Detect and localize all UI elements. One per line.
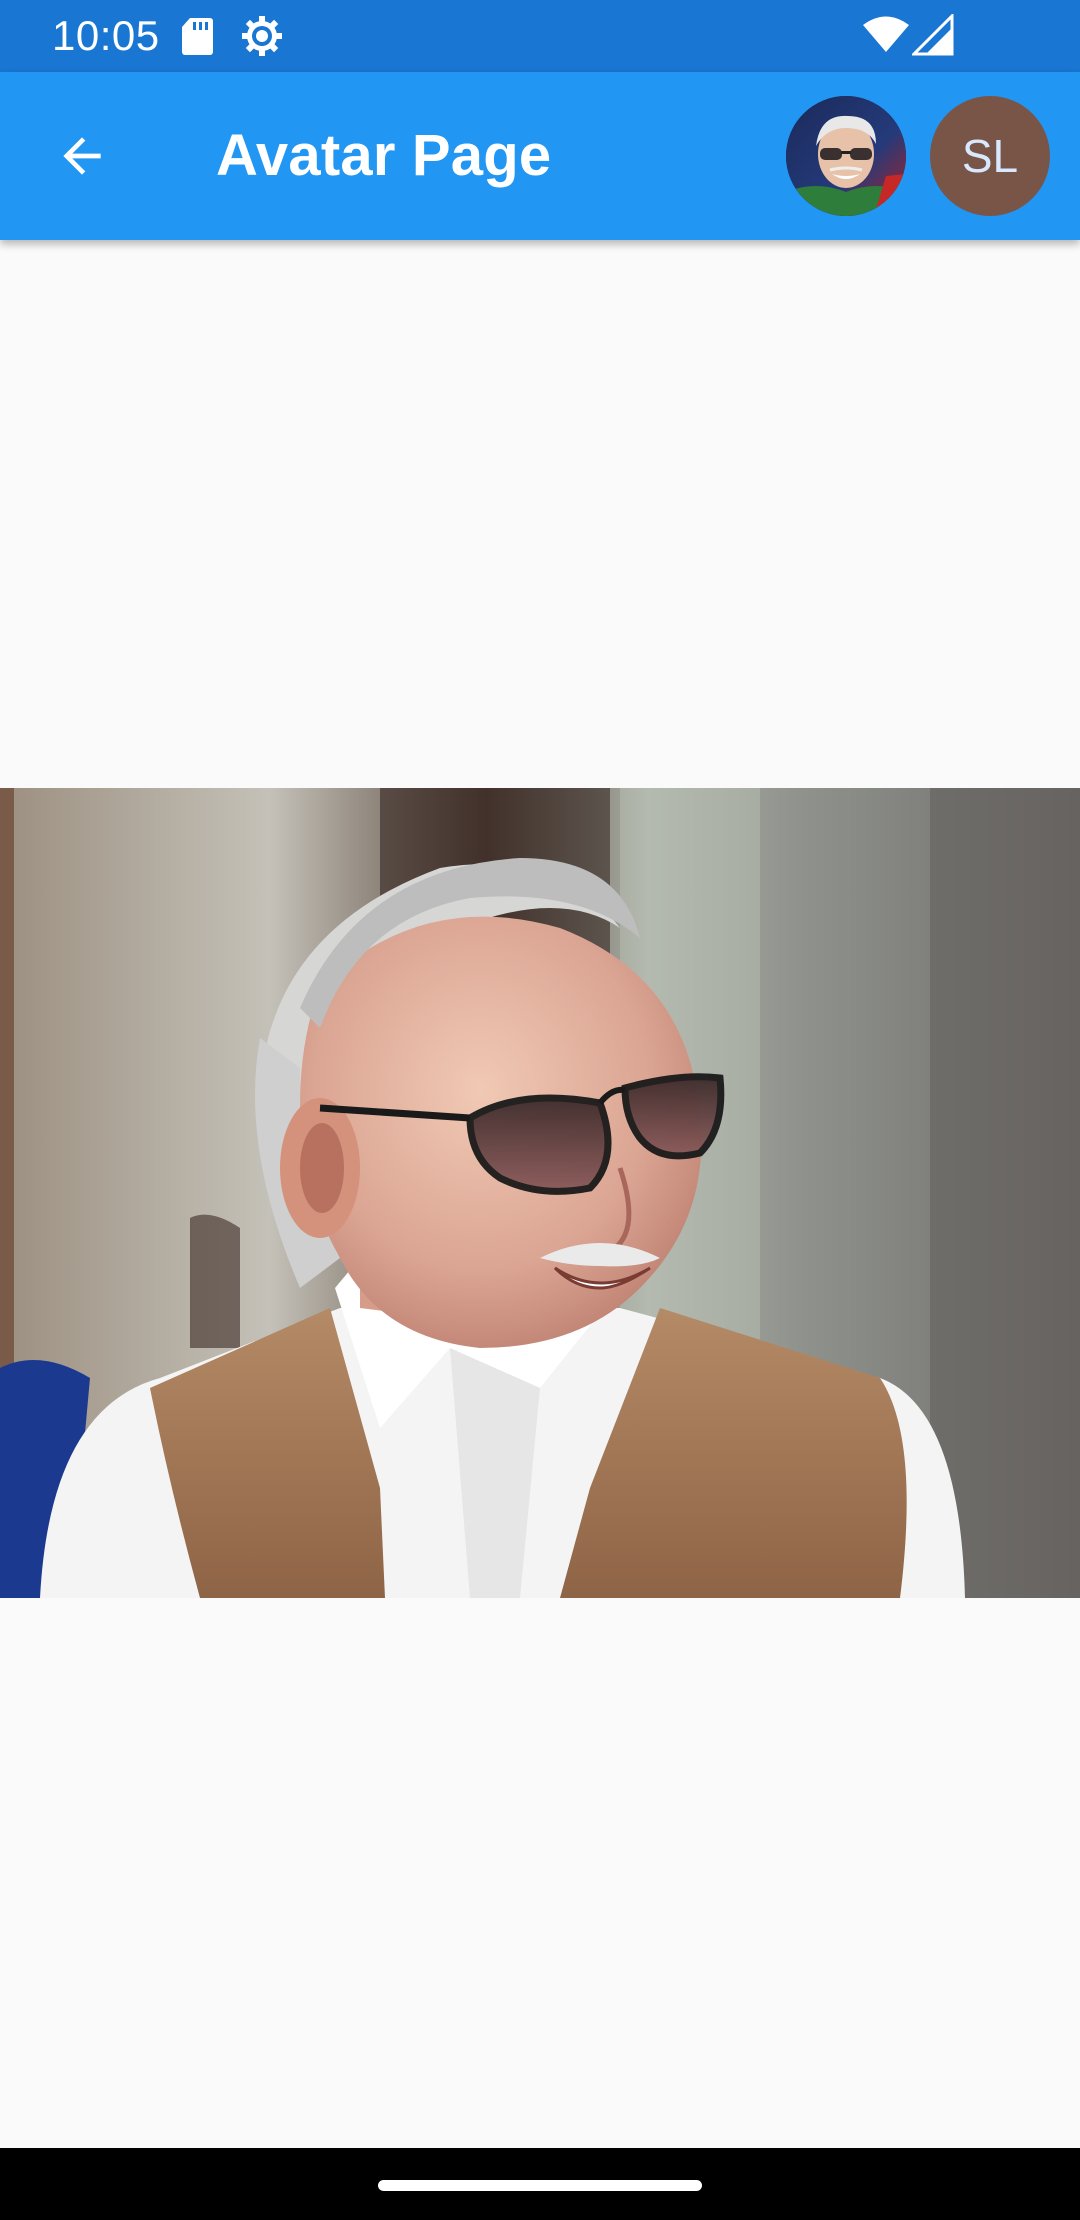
system-nav-bar bbox=[0, 2148, 1080, 2220]
sd-card-icon bbox=[182, 18, 213, 55]
back-button[interactable] bbox=[40, 114, 124, 198]
portrait-illustration bbox=[0, 788, 1080, 1598]
arrow-back-icon bbox=[63, 137, 101, 175]
cell-signal-icon bbox=[912, 14, 954, 56]
status-bar: 10:05 bbox=[0, 0, 1080, 72]
avatar-initials[interactable]: SL bbox=[930, 96, 1050, 216]
avatar-page-screen: 10:05 Avatar Page SL bbox=[0, 0, 1080, 2220]
home-gesture-handle[interactable] bbox=[378, 2180, 702, 2191]
app-bar: Avatar Page SL bbox=[0, 72, 1080, 240]
avatar-image[interactable] bbox=[786, 96, 906, 216]
status-time: 10:05 bbox=[52, 12, 160, 59]
portrait-photo bbox=[0, 788, 1080, 1598]
settings-gear-icon bbox=[242, 16, 282, 56]
avatar-portrait-icon bbox=[786, 96, 906, 216]
page-title: Avatar Page bbox=[216, 123, 552, 188]
wifi-icon bbox=[863, 16, 909, 52]
